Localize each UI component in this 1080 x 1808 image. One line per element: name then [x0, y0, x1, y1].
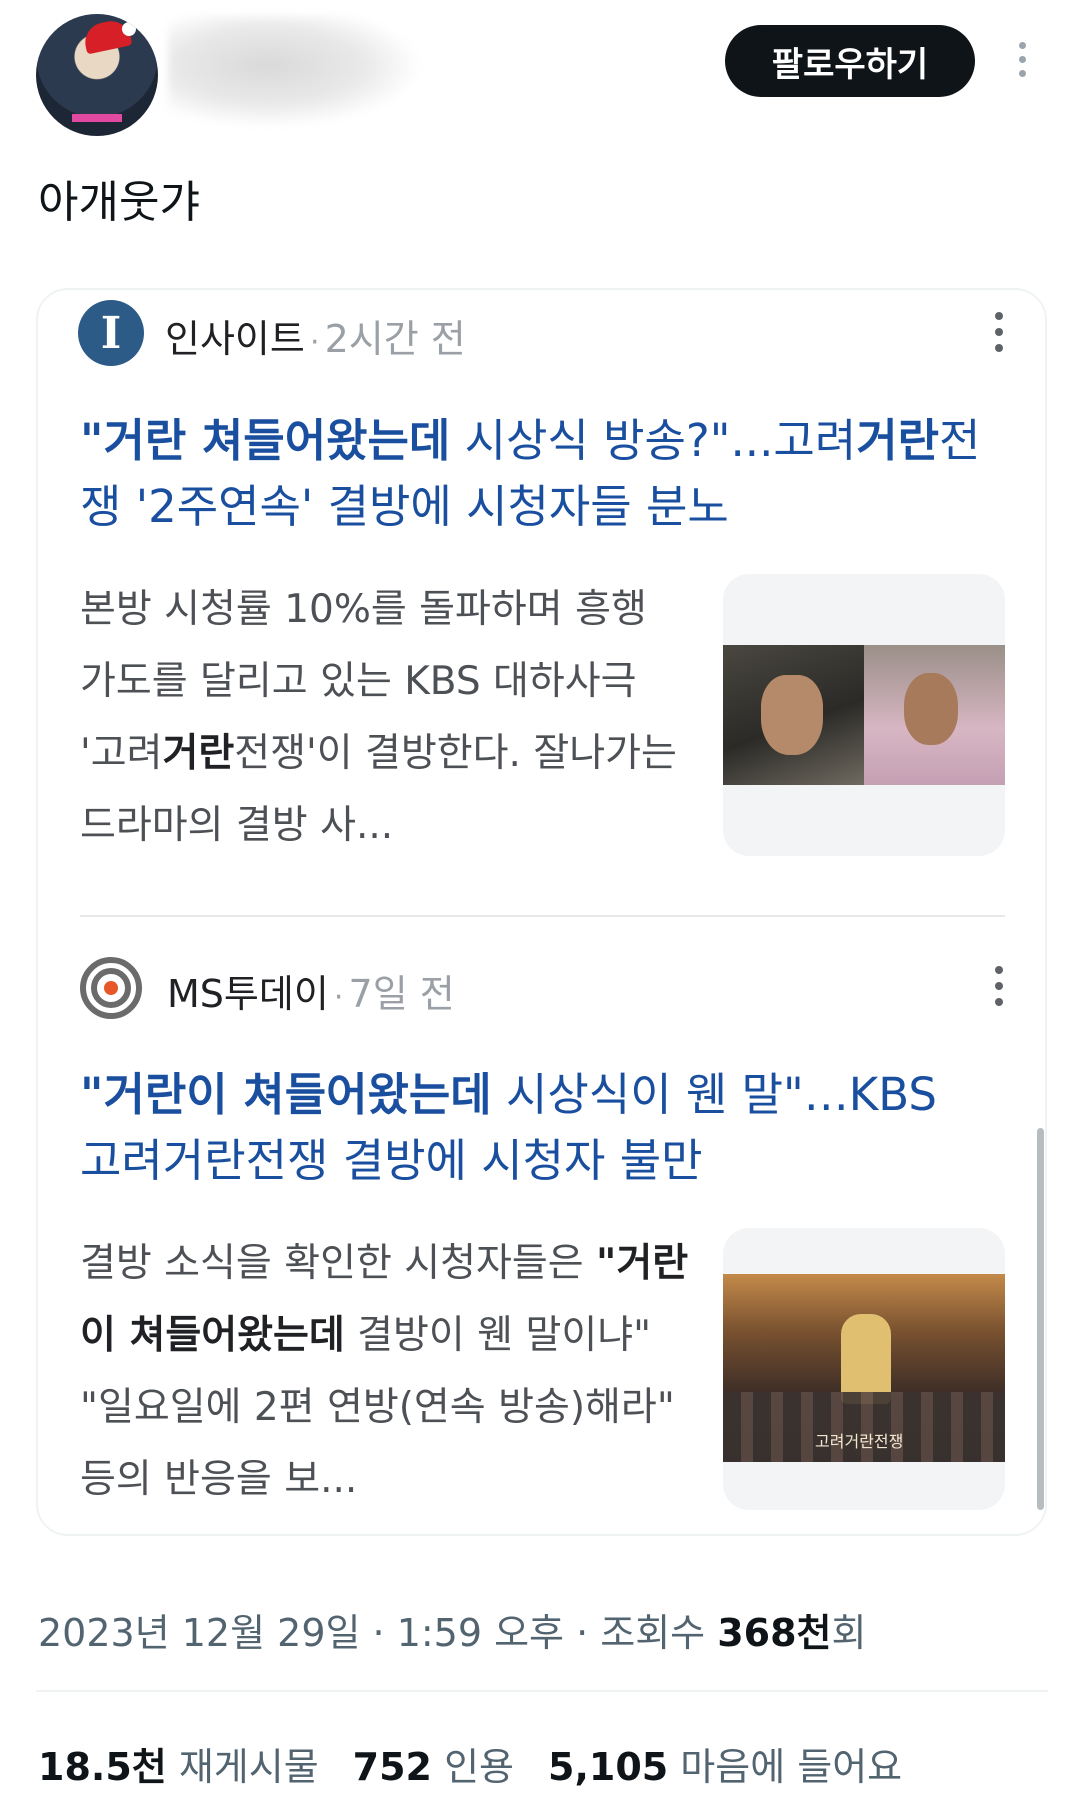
blurred-username	[168, 16, 418, 126]
retweets-label: 재게시물	[178, 1745, 319, 1789]
meta-divider	[36, 1690, 1048, 1692]
mstoday-logo-icon	[78, 955, 144, 1021]
article-snippet: 본방 시청률 10%를 돌파하며 흥행 가도를 달리고 있는 KBS 대하사극 …	[80, 574, 690, 862]
article-source-name[interactable]: 인사이트	[165, 317, 305, 361]
snippet-highlight: 거란	[162, 731, 235, 776]
tweet-text: 아개웃갸	[38, 177, 200, 228]
headline-highlight: "거란 쳐들어왔는데	[80, 414, 451, 467]
tweet-datetime[interactable]: 2023년 12월 29일 · 1:59 오후 · 조회수	[38, 1611, 717, 1655]
view-suffix: 회	[831, 1611, 867, 1655]
quotes-count: 752	[352, 1745, 432, 1789]
insight-logo-icon: I	[78, 300, 144, 366]
avatar-badge-graphic	[72, 114, 122, 122]
likes-stat[interactable]: 5,105 마음에 들어요	[548, 1745, 902, 1789]
article-source-row: 인사이트 · 2시간 전	[165, 308, 466, 363]
view-count: 368천	[717, 1611, 832, 1655]
article-more-icon[interactable]	[991, 966, 1007, 1010]
article-divider	[80, 915, 1005, 917]
likes-label: 마음에 들어요	[680, 1745, 903, 1789]
quotes-label: 인용	[444, 1745, 514, 1789]
drama-still-image	[723, 645, 1005, 785]
headline-highlight: "거란이 쳐들어왔는데	[80, 1068, 492, 1121]
tweet-timestamp-views: 2023년 12월 29일 · 1:59 오후 · 조회수 368천회	[38, 1602, 867, 1657]
retweets-stat[interactable]: 18.5천 재게시물	[38, 1745, 319, 1789]
follow-button[interactable]: 팔로우하기	[725, 25, 975, 97]
retweets-count: 18.5천	[38, 1745, 167, 1789]
santa-hat-pompom	[122, 22, 136, 36]
article-source-row: MS투데이 · 7일 전	[167, 963, 455, 1018]
card-scrollbar[interactable]	[1037, 1128, 1044, 1510]
separator-dot: ·	[333, 980, 344, 1015]
quotes-stat[interactable]: 752 인용	[353, 1745, 514, 1789]
article-time: 7일 전	[348, 972, 455, 1016]
article-more-icon[interactable]	[991, 312, 1007, 356]
headline-text: 시상식 방송?"...고려	[450, 414, 857, 467]
article-headline[interactable]: "거란이 쳐들어왔는데 시상식이 웬 말"…KBS 고려거란전쟁 결방에 시청자…	[80, 1062, 990, 1194]
article-source-name[interactable]: MS투데이	[167, 972, 329, 1016]
more-options-icon[interactable]	[1014, 42, 1030, 84]
likes-count: 5,105	[548, 1745, 669, 1789]
separator-dot: ·	[309, 325, 320, 360]
article-headline[interactable]: "거란 쳐들어왔는데 시상식 방송?"...고려거란전쟁 '2주연속' 결방에 …	[80, 408, 990, 540]
article-snippet: 결방 소식을 확인한 시청자들은 "거란이 쳐들어왔는데 결방이 웬 말이냐" …	[80, 1228, 690, 1516]
article-thumbnail[interactable]	[723, 574, 1005, 856]
article-time: 2시간 전	[324, 317, 466, 361]
avatar[interactable]	[36, 14, 158, 136]
article-thumbnail[interactable]: 고려거란전쟁	[723, 1228, 1005, 1510]
poster-caption: 고려거란전쟁	[815, 1432, 904, 1451]
drama-poster-image: 고려거란전쟁	[723, 1274, 1005, 1462]
engagement-stats: 18.5천 재게시물 752 인용 5,105 마음에 들어요	[38, 1736, 902, 1791]
snippet-text: 결방 소식을 확인한 시청자들은	[80, 1241, 597, 1286]
headline-highlight: 거란	[856, 414, 940, 467]
